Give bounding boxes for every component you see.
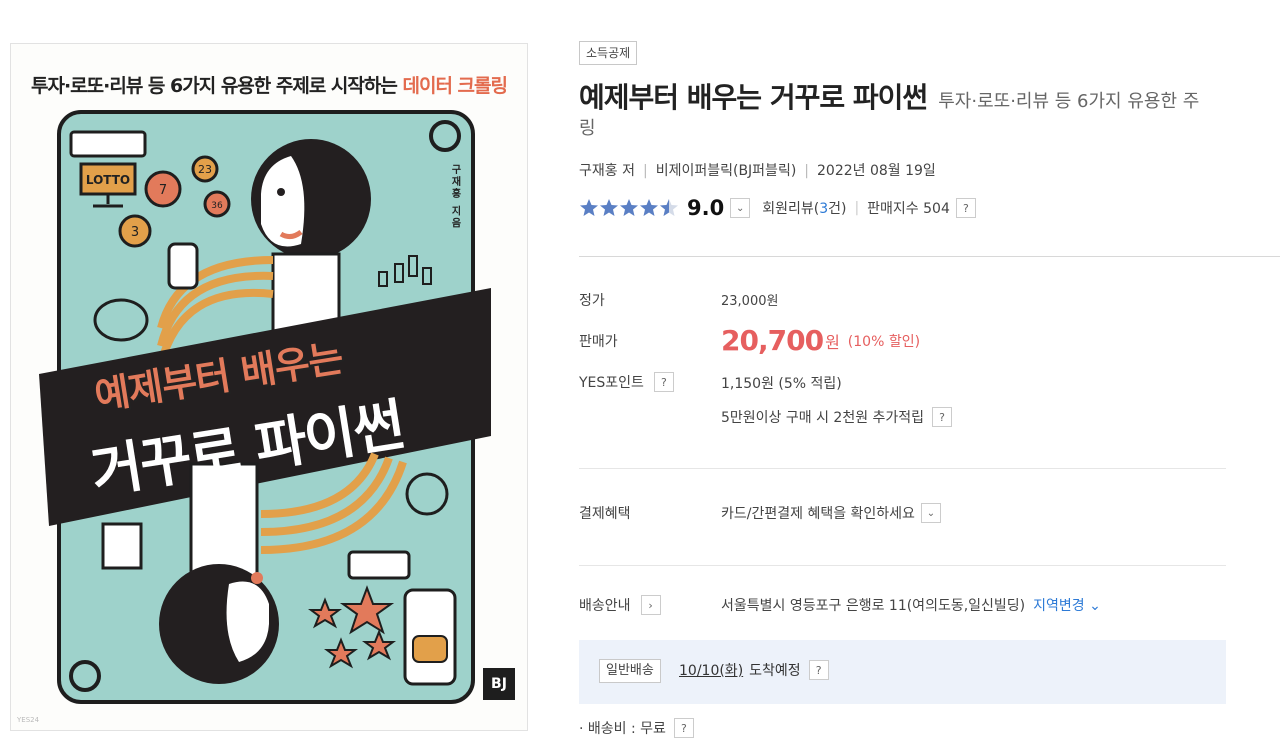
yes-point-extra-row: 5만원이상 구매 시 2천원 추가적립 ? (721, 407, 953, 427)
sale-price-row: 20,700 원 (10% 할인) (721, 324, 920, 357)
yes-point-value: 1,150원 (5% 적립) (721, 376, 842, 392)
chevron-down-icon: ⌄ (736, 202, 745, 214)
review-link[interactable]: 회원리뷰(3건) (762, 198, 846, 218)
shipping-fee-row: · 배송비 : 무료 ? (579, 718, 694, 738)
review-suffix: 건) (828, 201, 847, 217)
delivery-label: 배송안내 (579, 598, 631, 614)
list-price: 23,000원 (721, 294, 779, 309)
rating-score: 9.0 (687, 196, 725, 220)
book-cover[interactable]: 투자·로또·리뷰 등 6가지 유용한 주제로 시작하는 데이터 크롤링 LOTT… (10, 43, 528, 731)
question-icon: ? (815, 663, 822, 677)
arrival-date[interactable]: 10/10(화) (679, 660, 743, 680)
rating-row: 9.0 ⌄ 회원리뷰(3건) | 판매지수 504 ? (579, 196, 976, 220)
yes-point-label-row: YES포인트 ? (579, 372, 674, 392)
review-prefix: 회원리뷰( (762, 201, 820, 217)
question-icon: ? (939, 410, 945, 424)
payment-benefit-label: 결제혜택 (579, 506, 631, 522)
ball-number: 7 (159, 183, 167, 198)
arrival-row: 10/10(화) 도착예정 ? (679, 660, 829, 680)
delivery-info-button[interactable]: › (640, 595, 661, 615)
shipping-fee: · 배송비 : 무료 (579, 721, 666, 737)
shipping-fee-help-button[interactable]: ? (673, 718, 694, 738)
publisher-logo: BJ (483, 668, 515, 700)
sale-price-unit: 원 (825, 332, 840, 352)
change-region-label: 지역변경 (1033, 598, 1085, 614)
question-icon: ? (681, 721, 687, 735)
chevron-down-icon: ⌄ (1089, 598, 1101, 614)
yes-point-label: YES포인트 (579, 375, 644, 391)
product-title-line: 예제부터 배우는 거꾸로 파이썬 투자·로또·리뷰 등 6가지 유용한 주 (579, 76, 1280, 116)
payment-benefit-text: 카드/간편결제 혜택을 확인하세요 (721, 506, 915, 522)
divider (579, 565, 1226, 566)
question-icon: ? (661, 375, 667, 389)
sales-index-help-button[interactable]: ? (955, 198, 976, 218)
lotto-label: LOTTO (86, 173, 130, 187)
publisher-link[interactable]: 비제이퍼블릭(BJ퍼블릭) (656, 163, 797, 179)
divider (579, 256, 1280, 257)
author-link[interactable]: 구재홍 저 (579, 163, 635, 179)
review-count: 3 (819, 201, 829, 217)
chevron-right-icon: › (648, 598, 653, 612)
ball-number: 36 (211, 201, 223, 211)
chevron-down-icon: ⌄ (926, 507, 936, 519)
payment-benefit-row[interactable]: 카드/간편결제 혜택을 확인하세요 ⌄ (721, 503, 941, 523)
shipping-box: 일반배송 10/10(화) 도착예정 ? (579, 640, 1226, 704)
product-meta: 구재홍 저 | 비제이퍼블릭(BJ퍼블릭) | 2022년 08월 19일 (579, 163, 936, 179)
sale-price: 20,700 (721, 324, 824, 357)
shipping-type-badge: 일반배송 (599, 659, 661, 683)
arrival-suffix: 도착예정 (749, 663, 801, 679)
divider (579, 468, 1226, 469)
change-region-link[interactable]: 지역변경 ⌄ (1033, 595, 1101, 615)
product-subtitle-wrap: 링 (579, 118, 596, 139)
cover-author: 구재홍 지음 (449, 164, 460, 230)
cover-watermark: YES24 (17, 716, 40, 724)
discount-rate: (10% 할인) (847, 333, 921, 350)
product-subtitle: 투자·로또·리뷰 등 6가지 유용한 주 (938, 91, 1200, 112)
product-title: 예제부터 배우는 거꾸로 파이썬 (579, 81, 928, 114)
yes-point-extra: 5만원이상 구매 시 2천원 추가적립 (721, 410, 925, 426)
rating-stars-icon (580, 199, 678, 216)
list-price-label: 정가 (579, 293, 605, 309)
income-deduction-badge: 소득공제 (579, 41, 638, 65)
arrival-help-button[interactable]: ? (808, 660, 829, 680)
sales-index: 판매지수 504 (867, 201, 950, 217)
ball-number: 23 (198, 163, 212, 176)
sale-price-label: 판매가 (579, 334, 618, 350)
extra-point-help-button[interactable]: ? (932, 407, 953, 427)
payment-benefit-dropdown-button[interactable]: ⌄ (920, 503, 941, 523)
delivery-label-row: 배송안내 › (579, 595, 661, 615)
question-icon: ? (962, 201, 969, 215)
publish-date: 2022년 08월 19일 (817, 163, 936, 179)
rating-dropdown-button[interactable]: ⌄ (730, 198, 751, 218)
delivery-address-row: 서울특별시 영등포구 은행로 11(여의도동,일신빌딩) 지역변경 ⌄ (721, 595, 1101, 615)
yes-point-help-button[interactable]: ? (653, 372, 674, 392)
delivery-address: 서울특별시 영등포구 은행로 11(여의도동,일신빌딩) (721, 598, 1026, 614)
ball-number: 3 (131, 225, 139, 240)
